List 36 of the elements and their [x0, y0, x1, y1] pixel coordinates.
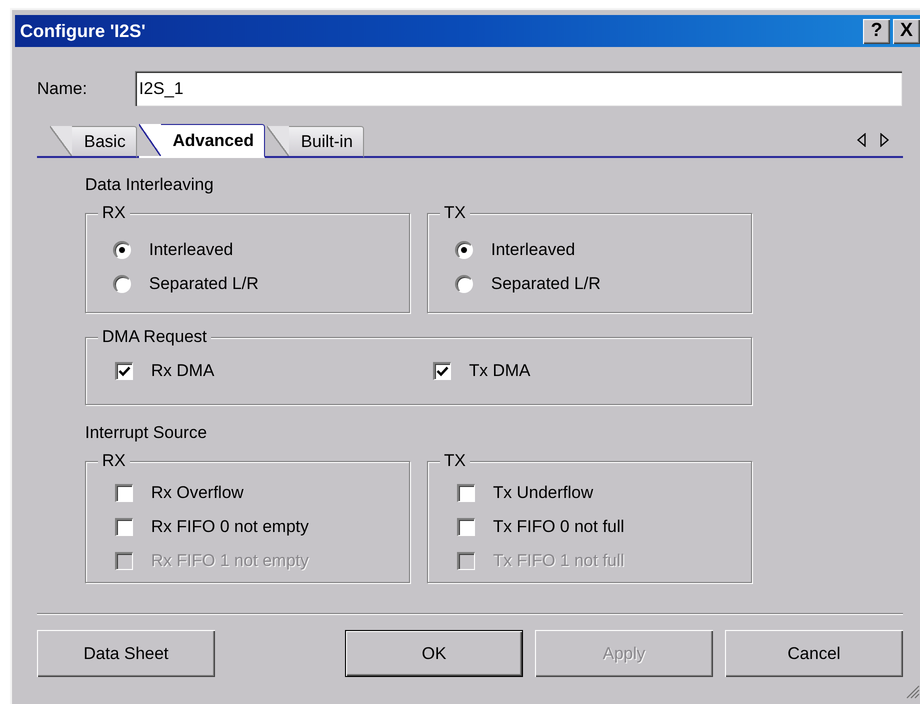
checkbox[interactable]: [115, 518, 133, 536]
radio-button[interactable]: [113, 275, 131, 293]
option-label: Tx FIFO 1 not full: [493, 551, 624, 571]
checkbox[interactable]: [115, 362, 133, 380]
option-label: Interleaved: [491, 240, 576, 260]
radio-button[interactable]: [455, 241, 473, 259]
dialog-button[interactable]: Data Sheet: [37, 630, 215, 677]
section-heading: Data Interleaving: [85, 175, 215, 195]
window-title: Configure 'I2S': [20, 20, 147, 42]
left-arrow-icon[interactable]: [857, 133, 866, 147]
name-field[interactable]: I2S_1: [135, 71, 902, 106]
dialog-button[interactable]: Cancel: [725, 630, 903, 677]
option-label: Interleaved: [149, 240, 234, 260]
option-label: Rx FIFO 0 not empty: [151, 517, 309, 537]
option-label: Separated L/R: [491, 274, 601, 294]
option-label: Tx FIFO 0 not full: [493, 517, 624, 537]
option-label: Separated L/R: [149, 274, 259, 294]
radio-button[interactable]: [113, 241, 131, 259]
option-label: Tx Underflow: [493, 483, 594, 503]
right-arrow-icon[interactable]: [880, 133, 889, 147]
name-label: Name:: [37, 78, 88, 98]
option-label: Tx DMA: [469, 361, 530, 381]
section-heading: Interrupt Source: [85, 423, 208, 443]
dialog-button[interactable]: OK: [345, 630, 523, 677]
option-label: Rx Overflow: [151, 483, 244, 503]
checkbox[interactable]: [115, 484, 133, 502]
checkbox[interactable]: [457, 484, 475, 502]
radio-button[interactable]: [455, 275, 473, 293]
resize-grip-icon[interactable]: [905, 684, 920, 699]
option-label: Rx DMA: [151, 361, 214, 381]
option-label: Rx FIFO 1 not empty: [151, 551, 309, 571]
help-button[interactable]: ?: [863, 18, 890, 44]
group-label: DMA Request: [98, 327, 211, 347]
checkbox[interactable]: [433, 362, 451, 380]
checkbox[interactable]: [457, 518, 475, 536]
close-button[interactable]: X: [893, 18, 920, 44]
